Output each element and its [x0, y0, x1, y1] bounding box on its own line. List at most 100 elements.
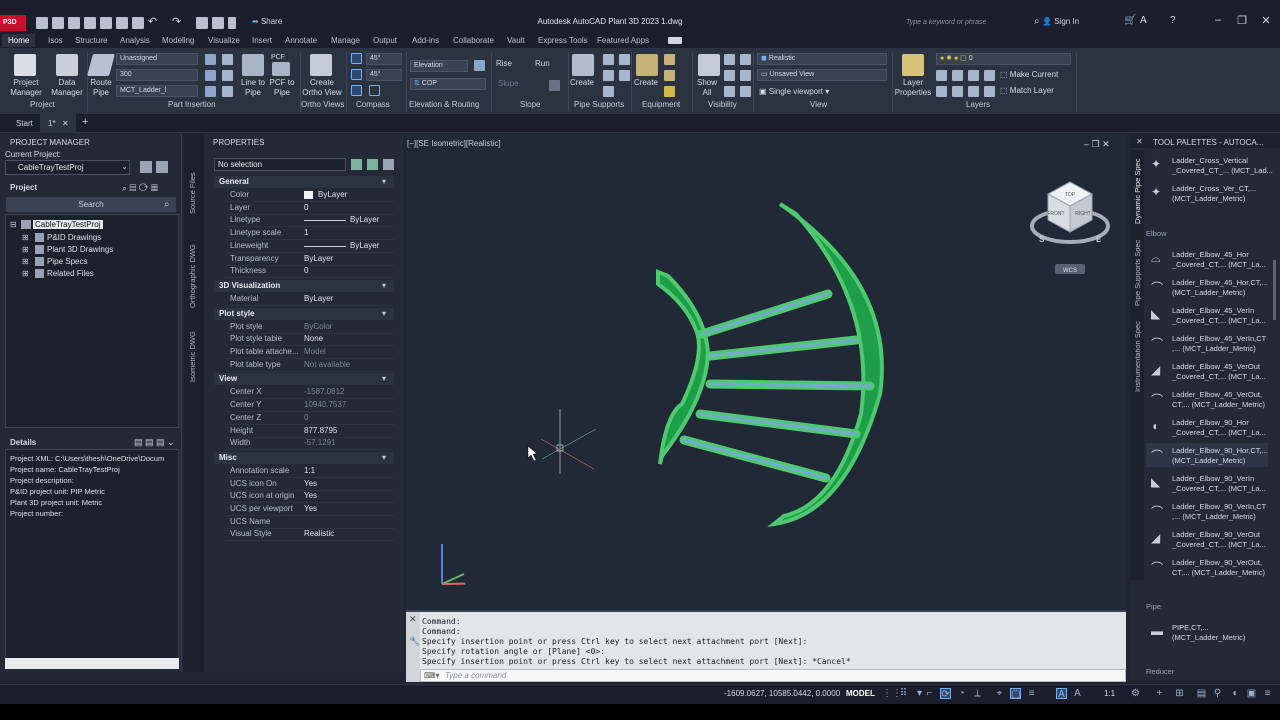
new-tab-icon[interactable]: +	[82, 116, 88, 128]
sign-in-button[interactable]: 👤 Sign In	[1042, 17, 1079, 26]
compass-settings-icon[interactable]	[369, 85, 380, 96]
save-web-icon[interactable]	[116, 17, 128, 29]
property-value[interactable]: ByLayer	[304, 294, 333, 303]
spec-selector[interactable]: Unassigned	[116, 53, 198, 65]
rise-field[interactable]: Rise	[496, 59, 512, 69]
cop-selector[interactable]: ⇅ COP	[410, 78, 486, 90]
equipment-tool-3-icon[interactable]	[664, 86, 675, 97]
help-icon[interactable]: ?	[1170, 15, 1176, 26]
tree-item-pid-drawings[interactable]: P&ID Drawings	[47, 233, 101, 242]
run-field[interactable]: Run	[535, 59, 550, 69]
equipment-tool-1-icon[interactable]	[664, 54, 675, 65]
property-value[interactable]: ByLayer	[318, 190, 347, 199]
chevron-down-icon[interactable]: ▾	[382, 281, 386, 290]
property-value[interactable]: Yes	[304, 491, 317, 500]
current-project-dropdown[interactable]: CableTrayTestProj	[5, 160, 130, 175]
make-current-button[interactable]: ⬚ Make Current	[1000, 70, 1058, 80]
support-tool-3-icon[interactable]	[603, 86, 614, 97]
palette-tab-instrumentation-spec[interactable]: Instrumentation Spec	[1133, 314, 1142, 392]
search-icon[interactable]: ⌕	[164, 199, 170, 210]
palette-tool-item[interactable]: Ladder_Elbow_45_VerIn,CT ,... (MCT_Ladde…	[1172, 334, 1272, 354]
support-tool-1-icon[interactable]	[603, 54, 614, 65]
close-command-icon[interactable]: ✕	[409, 614, 417, 625]
minimize-button[interactable]: –	[1208, 14, 1228, 30]
open-file-icon[interactable]	[52, 17, 64, 29]
lineweight-icon[interactable]: ≡	[1026, 688, 1037, 699]
ribbon-tab-home[interactable]: Home	[2, 34, 36, 47]
customization-icon[interactable]: ≡	[1262, 688, 1273, 699]
annotation-monitor-icon[interactable]: +	[1154, 688, 1165, 699]
palette-tool-item[interactable]: Ladder_Elbow_45_Hor,CT,... (MCT_Ladder_M…	[1172, 278, 1272, 298]
compass-toggle-icon[interactable]	[351, 53, 362, 64]
tree-item-related-files[interactable]: Related Files	[47, 269, 94, 278]
palette-tool-item[interactable]: Ladder_Elbow_45_VerIn _Covered_CT,... (M…	[1172, 306, 1272, 326]
chevron-down-icon[interactable]: ▾	[382, 309, 386, 318]
palette-tab-pipe-supports-spec[interactable]: Pipe Supports Spec	[1133, 236, 1142, 306]
pcf-to-pipe-button[interactable]: PCF to Pipe	[266, 78, 298, 98]
quick-select-icon[interactable]	[383, 159, 394, 170]
valve-tool-icon[interactable]	[205, 86, 216, 97]
property-value[interactable]: Yes	[304, 504, 317, 513]
layer-tool-2-icon[interactable]	[952, 70, 963, 81]
create-ortho-view-button[interactable]: Create Ortho View	[298, 78, 346, 98]
new-file-icon[interactable]	[36, 17, 48, 29]
quick-properties-icon[interactable]: ▤	[1196, 688, 1207, 699]
connect-tool-icon[interactable]	[222, 54, 233, 65]
save-icon[interactable]	[68, 17, 80, 29]
cart-icon[interactable]: 🛒	[1124, 15, 1136, 26]
application-menu-button[interactable]: P3D	[0, 15, 26, 31]
visibility-tool-4-icon[interactable]	[740, 70, 751, 81]
cable-tray-elbow[interactable]	[656, 202, 884, 527]
tree-item-pipe-specs[interactable]: Pipe Specs	[47, 257, 87, 266]
property-section-header[interactable]: Plot style	[214, 307, 394, 320]
file-icon[interactable]	[228, 17, 236, 29]
slope-field[interactable]: Slope	[498, 79, 518, 89]
palette-tool-item[interactable]: Ladder_Elbow_90_Hor _Covered_CT,... (MCT…	[1172, 418, 1272, 438]
publish-icon[interactable]	[156, 161, 168, 173]
project-manager-button[interactable]: Project Manager	[6, 78, 46, 98]
part-selector[interactable]: MCT_Ladder_l	[116, 85, 198, 97]
polar-tracking-icon[interactable]: ◔	[956, 688, 967, 699]
elevation-field[interactable]: Elevation	[410, 60, 468, 72]
palette-tool-item[interactable]: Ladder_Elbow_90_VerIn,CT ,... (MCT_Ladde…	[1172, 502, 1272, 522]
layer-tool-3-icon[interactable]	[968, 70, 979, 81]
print-icon[interactable]	[140, 161, 152, 173]
ucs-icon[interactable]	[441, 544, 466, 594]
saved-view-selector[interactable]: ▭ Unsaved View	[757, 69, 887, 81]
property-value[interactable]: 1	[304, 228, 308, 237]
substitute-tool-icon[interactable]	[222, 70, 233, 81]
layer-tool-8-icon[interactable]	[984, 86, 995, 97]
tree-expand-icon[interactable]: ⊞	[22, 245, 29, 254]
show-all-button[interactable]: Show All	[694, 78, 720, 98]
ribbon-tab-output[interactable]: Output	[373, 36, 397, 45]
visibility-tool-1-icon[interactable]	[724, 54, 735, 65]
equipment-tool-2-icon[interactable]	[664, 70, 675, 81]
fitting-tool-icon[interactable]	[205, 70, 216, 81]
autodesk-account-icon[interactable]: A	[1140, 15, 1147, 26]
property-value[interactable]: Realistic	[304, 529, 334, 538]
match-layer-button[interactable]: ⬚ Match Layer	[1000, 86, 1054, 96]
support-tool-2-icon[interactable]	[603, 70, 614, 81]
route-pipe-button[interactable]: Route Pipe	[86, 78, 116, 98]
support-tool-4-icon[interactable]	[619, 54, 630, 65]
grid-icon[interactable]: ⋮⋮	[882, 688, 902, 699]
elevation-pick-icon[interactable]	[474, 60, 485, 71]
property-value[interactable]: -57.1291	[304, 438, 336, 447]
panel-view-label[interactable]: View	[810, 100, 827, 109]
property-value[interactable]: 1:1	[304, 466, 315, 475]
close-tab-icon[interactable]: ✕	[62, 119, 69, 128]
panel-compass-label[interactable]: Compass	[356, 100, 390, 109]
snap-toggle-icon[interactable]	[351, 69, 362, 80]
property-section-header[interactable]: View	[214, 373, 394, 386]
maximize-button[interactable]: ❐	[1232, 14, 1252, 30]
property-value[interactable]: Model	[304, 347, 326, 356]
property-section-header[interactable]: 3D Visualization	[214, 279, 394, 292]
palette-tool-item[interactable]: PIPE,CT,... (MCT_Ladder_Metric)	[1172, 623, 1272, 643]
tree-item-project[interactable]: CableTrayTestProj	[33, 220, 103, 229]
size-selector[interactable]: 300	[116, 69, 198, 81]
sheet-set-icon[interactable]	[212, 17, 224, 29]
ribbon-tab-insert[interactable]: Insert	[252, 36, 272, 45]
redo-icon[interactable]: ↷	[172, 15, 181, 28]
viewcube[interactable]: TOP FRONT RIGHT S E	[1030, 181, 1110, 244]
clean-screen-icon[interactable]: ▣	[1246, 688, 1257, 699]
